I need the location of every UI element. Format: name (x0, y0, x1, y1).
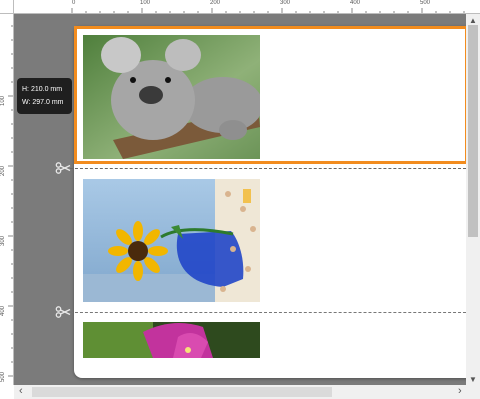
size-tooltip: H: 210.0 mm W: 297.0 mm (17, 78, 72, 114)
vertical-scroll-thumb[interactable] (468, 25, 478, 237)
ruler-label-top: 500 (420, 0, 431, 6)
scroll-right-arrow[interactable]: › (458, 386, 462, 397)
ruler-corner (0, 0, 14, 14)
sunflower-image (83, 179, 260, 302)
ruler-label-left: 400 (0, 305, 6, 316)
tooltip-width: W: 297.0 mm (22, 99, 64, 106)
scroll-left-arrow[interactable]: ‹ (19, 386, 23, 397)
scrollbar-corner (466, 385, 480, 399)
vertical-ruler-ticks (8, 25, 13, 377)
cut-line[interactable] (70, 168, 466, 169)
ruler-label-left: 500 (0, 371, 6, 382)
cut-line[interactable] (70, 312, 466, 313)
photo-sunflower[interactable] (83, 179, 260, 302)
ruler-label-top: 100 (140, 0, 151, 6)
tooltip-height: H: 210.0 mm (22, 86, 63, 93)
flower-image (83, 322, 260, 358)
ruler-label-top: 200 (210, 0, 221, 6)
vertical-ruler: 100 200 300 400 500 (0, 14, 14, 385)
selected-page-frame[interactable] (74, 26, 468, 164)
horizontal-scroll-thumb[interactable] (32, 387, 332, 397)
ruler-label-left: 200 (0, 165, 6, 176)
ruler-label-top: 0 (72, 0, 76, 6)
ruler-label-top: 400 (350, 0, 361, 6)
scissors-icon[interactable] (55, 162, 71, 174)
horizontal-ruler: 0 100 200 300 400 500 (14, 0, 480, 14)
scroll-down-arrow[interactable]: ▼ (469, 375, 477, 385)
photo-flower[interactable] (83, 322, 260, 358)
ruler-label-left: 100 (0, 95, 6, 106)
scissors-icon[interactable] (55, 306, 71, 318)
horizontal-ruler-ticks (71, 8, 465, 13)
ruler-label-top: 300 (280, 0, 291, 6)
ruler-label-left: 300 (0, 235, 6, 246)
